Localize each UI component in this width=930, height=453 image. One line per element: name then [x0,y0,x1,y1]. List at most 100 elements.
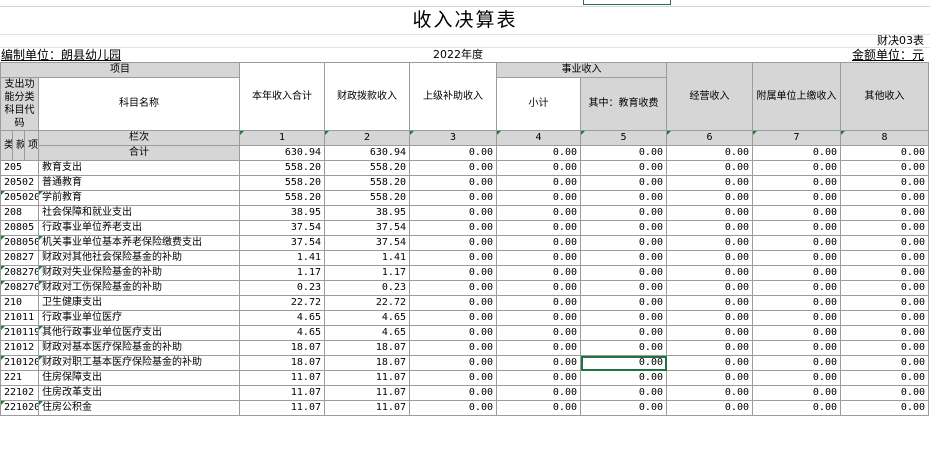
amount-cell[interactable]: 0.00 [752,325,841,341]
amount-cell[interactable]: 0.00 [666,190,753,206]
amount-cell[interactable]: 0.00 [496,250,581,266]
amount-cell[interactable]: 0.00 [752,280,841,296]
total-cell[interactable]: 0.00 [496,145,581,161]
total-cell[interactable]: 630.94 [239,145,325,161]
amount-cell[interactable]: 0.00 [840,295,929,311]
subject-code[interactable]: 2101199 [0,325,39,341]
amount-cell[interactable]: 0.00 [666,370,753,386]
amount-cell[interactable]: 0.00 [580,235,667,251]
amount-cell[interactable]: 0.00 [409,310,497,326]
subject-code[interactable]: 20502 [0,175,39,191]
subject-name[interactable]: 教育支出 [38,160,240,176]
amount-cell[interactable]: 18.07 [239,340,325,356]
amount-cell[interactable]: 0.00 [580,385,667,401]
subject-name[interactable]: 社会保障和就业支出 [38,205,240,221]
subject-code[interactable]: 221 [0,370,39,386]
amount-cell[interactable]: 0.00 [580,265,667,281]
amount-cell[interactable]: 0.00 [752,370,841,386]
amount-cell[interactable]: 0.00 [752,205,841,221]
amount-cell[interactable]: 0.00 [496,190,581,206]
total-cell[interactable]: 0.00 [666,145,753,161]
subject-name[interactable]: 财政对工伤保险基金的补助 [38,280,240,296]
subject-name[interactable]: 卫生健康支出 [38,295,240,311]
amount-cell[interactable]: 0.00 [840,235,929,251]
amount-cell[interactable]: 0.00 [752,385,841,401]
amount-cell[interactable]: 0.00 [409,250,497,266]
amount-cell[interactable]: 558.20 [239,190,325,206]
amount-cell[interactable]: 0.00 [840,385,929,401]
amount-cell[interactable]: 38.95 [239,205,325,221]
subject-code[interactable]: 20827 [0,250,39,266]
amount-cell[interactable]: 0.00 [409,220,497,236]
amount-cell[interactable]: 0.00 [666,325,753,341]
amount-cell[interactable]: 11.07 [239,400,325,416]
amount-cell[interactable]: 0.00 [496,205,581,221]
amount-cell[interactable]: 0.00 [496,235,581,251]
amount-cell[interactable]: 0.00 [409,160,497,176]
amount-cell[interactable]: 0.00 [580,250,667,266]
subject-code[interactable]: 210 [0,295,39,311]
amount-cell[interactable]: 558.20 [324,160,410,176]
amount-cell[interactable]: 0.00 [840,160,929,176]
amount-cell[interactable]: 0.00 [752,310,841,326]
amount-cell[interactable]: 11.07 [239,370,325,386]
amount-cell[interactable]: 0.00 [496,310,581,326]
subject-code[interactable]: 2080505 [0,235,39,251]
amount-cell[interactable]: 0.00 [496,325,581,341]
amount-cell[interactable]: 0.00 [496,340,581,356]
amount-cell[interactable]: 0.00 [752,220,841,236]
amount-cell[interactable]: 37.54 [324,220,410,236]
amount-cell[interactable]: 0.00 [840,205,929,221]
total-cell[interactable]: 0.00 [752,145,841,161]
amount-cell[interactable]: 0.00 [496,265,581,281]
amount-cell[interactable]: 0.00 [666,250,753,266]
amount-cell[interactable]: 0.00 [666,265,753,281]
amount-cell[interactable]: 0.00 [580,370,667,386]
amount-cell[interactable]: 0.00 [840,370,929,386]
amount-cell[interactable]: 18.07 [324,355,410,371]
amount-cell[interactable]: 0.00 [666,340,753,356]
amount-cell[interactable]: 22.72 [324,295,410,311]
amount-cell[interactable]: 11.07 [239,385,325,401]
amount-cell[interactable]: 0.00 [580,190,667,206]
amount-cell[interactable]: 0.00 [580,355,667,371]
amount-cell[interactable]: 0.00 [409,280,497,296]
amount-cell[interactable]: 0.00 [409,175,497,191]
amount-cell[interactable]: 0.00 [496,220,581,236]
amount-cell[interactable]: 0.00 [409,235,497,251]
amount-cell[interactable]: 558.20 [324,175,410,191]
amount-cell[interactable]: 18.07 [239,355,325,371]
amount-cell[interactable]: 0.00 [840,280,929,296]
amount-cell[interactable]: 0.00 [580,400,667,416]
subject-name[interactable]: 住房改革支出 [38,385,240,401]
amount-cell[interactable]: 0.00 [496,280,581,296]
amount-cell[interactable]: 0.23 [239,280,325,296]
amount-cell[interactable]: 38.95 [324,205,410,221]
subject-name[interactable]: 住房公积金 [38,400,240,416]
amount-cell[interactable]: 0.00 [840,220,929,236]
subject-name[interactable]: 学前教育 [38,190,240,206]
amount-cell[interactable]: 0.00 [580,310,667,326]
subject-code[interactable]: 2210201 [0,400,39,416]
amount-cell[interactable]: 0.00 [752,175,841,191]
amount-cell[interactable]: 22.72 [239,295,325,311]
amount-cell[interactable]: 0.00 [666,175,753,191]
amount-cell[interactable]: 0.00 [840,325,929,341]
total-cell[interactable]: 0.00 [840,145,929,161]
amount-cell[interactable]: 0.00 [580,280,667,296]
subject-code[interactable]: 21012 [0,340,39,356]
amount-cell[interactable]: 0.00 [666,385,753,401]
amount-cell[interactable]: 0.00 [409,340,497,356]
subject-code[interactable]: 20805 [0,220,39,236]
subject-name[interactable]: 财政对失业保险基金的补助 [38,265,240,281]
subject-code[interactable]: 22102 [0,385,39,401]
amount-cell[interactable]: 0.00 [666,220,753,236]
amount-cell[interactable]: 0.00 [409,385,497,401]
subject-code[interactable]: 208 [0,205,39,221]
amount-cell[interactable]: 0.00 [496,175,581,191]
amount-cell[interactable]: 0.00 [752,295,841,311]
amount-cell[interactable]: 558.20 [239,160,325,176]
amount-cell[interactable]: 0.00 [752,235,841,251]
amount-cell[interactable]: 0.23 [324,280,410,296]
amount-cell[interactable]: 0.00 [409,265,497,281]
